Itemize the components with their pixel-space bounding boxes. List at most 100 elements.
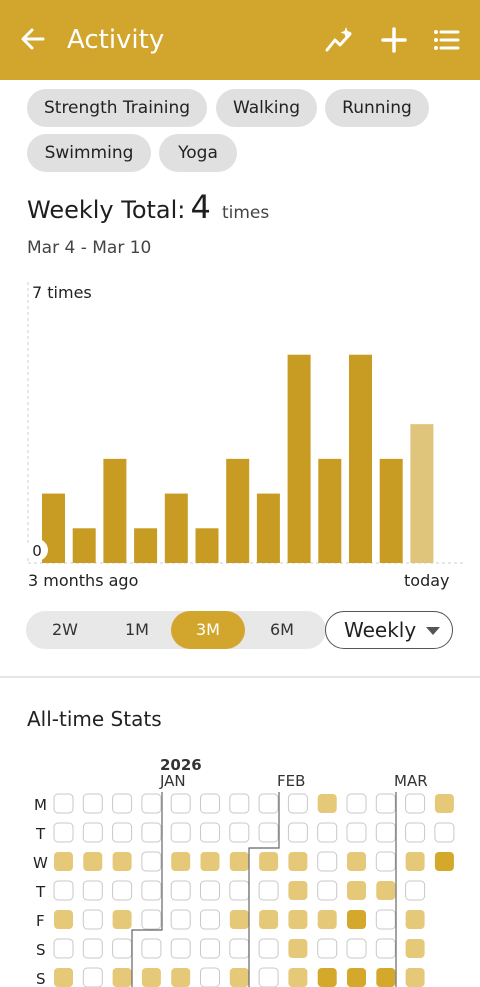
list-icon[interactable] [430, 24, 462, 56]
heatmap-cell[interactable] [54, 968, 73, 987]
heatmap-cell[interactable] [317, 968, 337, 987]
heatmap-cell[interactable] [200, 852, 220, 871]
heatmap-cell[interactable] [317, 794, 337, 813]
tab-1m[interactable]: 1M [100, 611, 174, 649]
heatmap-cell[interactable] [229, 793, 250, 814]
heatmap-cell[interactable] [347, 881, 366, 900]
heatmap-cell[interactable] [405, 822, 426, 843]
heatmap-cell[interactable] [82, 909, 103, 930]
heatmap-cell[interactable] [170, 909, 191, 930]
heatmap-cell[interactable] [287, 822, 308, 843]
heatmap-cell[interactable] [347, 910, 366, 929]
heatmap-cell[interactable] [375, 851, 396, 872]
heatmap-cell[interactable] [141, 880, 162, 901]
heatmap-cell[interactable] [347, 852, 366, 871]
heatmap-cell[interactable] [405, 880, 426, 901]
heatmap-cell[interactable] [200, 880, 220, 901]
heatmap-cell[interactable] [346, 793, 367, 814]
heatmap-cell[interactable] [375, 793, 396, 814]
chart-bar[interactable] [103, 458, 127, 563]
filter-chip-strength-training[interactable]: Strength Training [27, 89, 207, 127]
heatmap-cell[interactable] [141, 909, 162, 930]
filter-chip-yoga[interactable]: Yoga [159, 134, 237, 172]
heatmap-cell[interactable] [229, 910, 249, 929]
heatmap-cell[interactable] [346, 822, 367, 843]
heatmap-cell[interactable] [141, 793, 162, 814]
heatmap-cell[interactable] [375, 938, 396, 959]
trend-sparkle-icon[interactable] [324, 24, 356, 56]
heatmap-cell[interactable] [405, 968, 425, 987]
heatmap-cell[interactable] [288, 939, 308, 958]
heatmap-cell[interactable] [53, 880, 74, 901]
heatmap-cell[interactable] [200, 793, 220, 814]
heatmap-cell[interactable] [53, 793, 74, 814]
chart-bar[interactable] [379, 458, 403, 563]
heatmap-cell[interactable] [405, 939, 425, 958]
heatmap-cell[interactable] [82, 967, 103, 987]
heatmap-cell[interactable] [317, 851, 338, 872]
heatmap-cell[interactable] [141, 968, 161, 987]
heatmap-cell[interactable] [170, 880, 191, 901]
heatmap-cell[interactable] [376, 968, 396, 987]
chart-bar[interactable] [256, 493, 280, 563]
heatmap-cell[interactable] [317, 938, 338, 959]
heatmap-cell[interactable] [434, 794, 454, 813]
heatmap-cell[interactable] [258, 880, 279, 901]
heatmap-cell[interactable] [53, 822, 74, 843]
heatmap-cell[interactable] [346, 938, 367, 959]
heatmap-cell[interactable] [258, 793, 279, 814]
heatmap-cell[interactable] [200, 822, 220, 843]
heatmap-cell[interactable] [405, 910, 425, 929]
heatmap-cell[interactable] [288, 968, 308, 987]
tab-6m[interactable]: 6M [245, 611, 319, 649]
heatmap-cell[interactable] [53, 938, 74, 959]
heatmap-cell[interactable] [258, 938, 279, 959]
chart-bar[interactable] [287, 354, 311, 563]
chart-bar[interactable] [410, 424, 434, 563]
heatmap-cell[interactable] [170, 793, 191, 814]
heatmap-cell[interactable] [200, 909, 220, 930]
heatmap-cell[interactable] [82, 880, 103, 901]
grouping-dropdown[interactable]: Weekly [325, 611, 453, 649]
heatmap-cell[interactable] [229, 880, 250, 901]
heatmap-cell[interactable] [405, 793, 426, 814]
heatmap-cell[interactable] [141, 938, 162, 959]
heatmap-cell[interactable] [317, 910, 337, 929]
heatmap-cell[interactable] [54, 852, 73, 871]
chart-bar[interactable] [349, 354, 372, 563]
chart-bar[interactable] [164, 493, 188, 563]
heatmap-cell[interactable] [375, 909, 396, 930]
chart-bar[interactable] [72, 528, 96, 563]
heatmap-cell[interactable] [434, 852, 454, 871]
heatmap-cell[interactable] [405, 852, 425, 871]
heatmap-cell[interactable] [258, 967, 279, 987]
heatmap-cell[interactable] [112, 880, 133, 901]
heatmap-cell[interactable] [288, 881, 308, 900]
heatmap-cell[interactable] [287, 793, 308, 814]
heatmap-cell[interactable] [288, 852, 308, 871]
heatmap-cell[interactable] [112, 822, 133, 843]
heatmap-cell[interactable] [170, 822, 191, 843]
chart-bar[interactable] [134, 528, 158, 563]
heatmap-cell[interactable] [171, 852, 191, 871]
heatmap-cell[interactable] [170, 938, 191, 959]
heatmap-cell[interactable] [141, 851, 162, 872]
heatmap-cell[interactable] [112, 910, 132, 929]
heatmap-cell[interactable] [200, 967, 220, 987]
heatmap-cell[interactable] [259, 910, 279, 929]
chart-bar[interactable] [195, 528, 219, 563]
heatmap-cell[interactable] [347, 968, 366, 987]
heatmap-cell[interactable] [141, 822, 162, 843]
filter-chip-running[interactable]: Running [325, 89, 429, 127]
heatmap-cell[interactable] [171, 968, 191, 987]
heatmap-cell[interactable] [83, 852, 103, 871]
heatmap-cell[interactable] [82, 938, 103, 959]
heatmap-cell[interactable] [259, 852, 279, 871]
filter-chip-swimming[interactable]: Swimming [27, 134, 151, 172]
heatmap-cell[interactable] [112, 852, 132, 871]
tab-2w[interactable]: 2W [28, 611, 102, 649]
heatmap-cell[interactable] [317, 880, 338, 901]
heatmap-cell[interactable] [112, 968, 132, 987]
heatmap-cell[interactable] [229, 968, 249, 987]
heatmap-cell[interactable] [54, 910, 73, 929]
